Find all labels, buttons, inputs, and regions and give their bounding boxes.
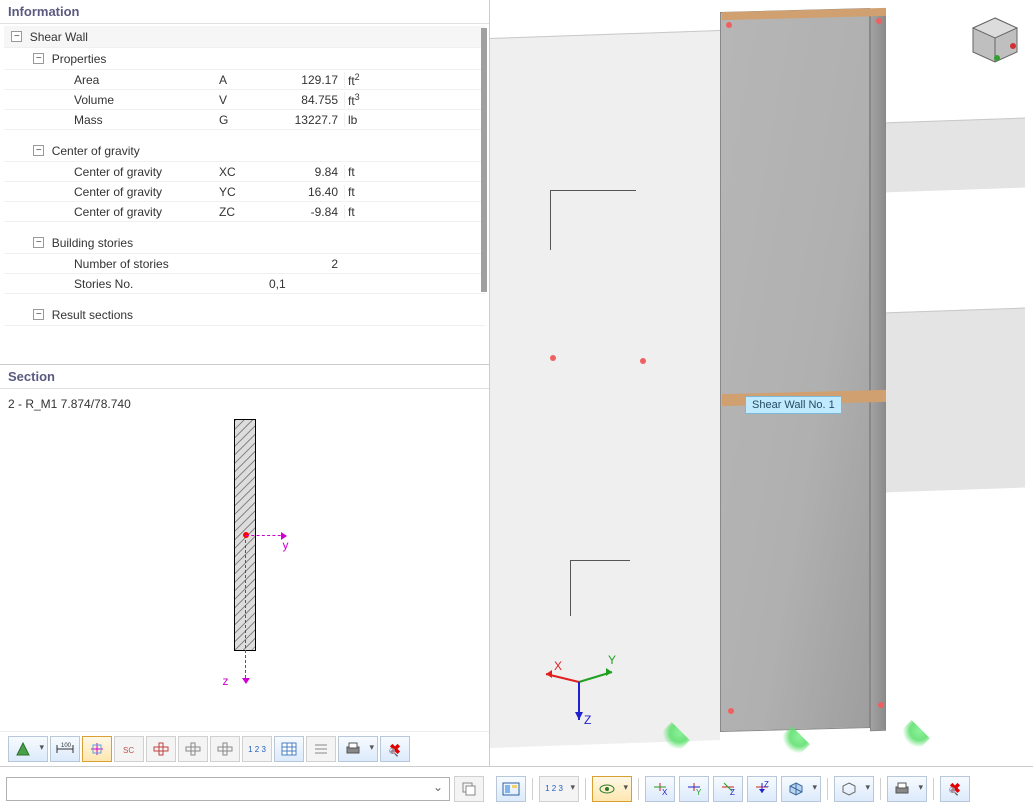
minus-icon[interactable]: − bbox=[33, 53, 44, 64]
svg-text:X: X bbox=[662, 788, 668, 797]
print-view-button[interactable] bbox=[887, 776, 927, 802]
principal-axes-button[interactable] bbox=[82, 736, 112, 762]
axis-triad: X Y Z bbox=[534, 642, 624, 732]
list-button[interactable] bbox=[306, 736, 336, 762]
results-combo[interactable] bbox=[6, 777, 450, 801]
triad-x-label: X bbox=[554, 659, 562, 673]
information-panel: Information − Shear Wall − Pro bbox=[0, 0, 489, 365]
values-button[interactable]: 1 2 3 bbox=[242, 736, 272, 762]
minus-icon[interactable]: − bbox=[33, 145, 44, 156]
reset-zoom-button[interactable]: ✖🔍 bbox=[380, 736, 410, 762]
member-line bbox=[550, 190, 636, 250]
shear-wall-body[interactable] bbox=[720, 8, 870, 732]
member-line bbox=[570, 560, 630, 616]
tree-group-cog[interactable]: − Center of gravity bbox=[4, 140, 485, 162]
y-axis-icon bbox=[246, 535, 286, 536]
left-panel: Information − Shear Wall − Pro bbox=[0, 0, 490, 766]
z-axis-label: z bbox=[223, 674, 229, 688]
section-panel: Section 2 - R_M1 7.874/78.740 y z bbox=[0, 365, 489, 766]
slab-left bbox=[490, 30, 720, 748]
section-name-label: 2 - R_M1 7.874/78.740 bbox=[8, 397, 131, 411]
table-button[interactable] bbox=[274, 736, 304, 762]
section-title: Section bbox=[0, 365, 489, 389]
support-icon bbox=[896, 720, 930, 754]
svg-text:Z: Z bbox=[730, 788, 735, 797]
node-marker bbox=[550, 355, 556, 361]
node-marker bbox=[640, 358, 646, 364]
svg-text:SC: SC bbox=[123, 746, 134, 755]
stress2-button[interactable] bbox=[178, 736, 208, 762]
slab-mid-right bbox=[885, 308, 1025, 493]
sc-button[interactable]: SC bbox=[114, 736, 144, 762]
left-bottom-bar bbox=[0, 766, 490, 810]
tree-group-properties[interactable]: − Properties bbox=[4, 48, 485, 70]
info-scrollbar[interactable] bbox=[481, 28, 487, 292]
3d-viewport[interactable]: Shear Wall No. 1 X Y Z bbox=[490, 0, 1033, 766]
slab-upper-right bbox=[885, 118, 1025, 193]
tree-root-shear-wall[interactable]: − Shear Wall bbox=[4, 26, 485, 48]
minus-icon[interactable]: − bbox=[33, 309, 44, 320]
section-preview[interactable]: y z bbox=[234, 419, 256, 651]
stories-count-row: Number of stories 2 bbox=[4, 254, 485, 274]
dimensions-button[interactable]: 100 bbox=[50, 736, 80, 762]
nav-cube[interactable] bbox=[969, 14, 1021, 66]
node-marker bbox=[728, 708, 734, 714]
tree-group-stories[interactable]: − Building stories bbox=[4, 232, 485, 254]
support-icon bbox=[776, 726, 810, 760]
tree-group-result-sections[interactable]: − Result sections bbox=[4, 304, 485, 326]
copy-button[interactable] bbox=[454, 776, 484, 802]
cog-z-row: Center of gravity ZC -9.84 ft bbox=[4, 202, 485, 222]
print-button[interactable] bbox=[338, 736, 378, 762]
view-y-button[interactable]: Y bbox=[679, 776, 709, 802]
iso-view-button[interactable] bbox=[781, 776, 821, 802]
section-toolbar: 100 SC 1 2 3 bbox=[0, 731, 489, 766]
view-toolbar: 1 2 3 X Y Z Z ✖🔍 bbox=[490, 766, 1033, 810]
triad-z-label: Z bbox=[584, 713, 591, 727]
z-axis-icon bbox=[245, 535, 246, 683]
selection-label: Shear Wall No. 1 bbox=[745, 396, 842, 414]
stress3-button[interactable] bbox=[210, 736, 240, 762]
info-title: Information bbox=[0, 0, 489, 24]
solid-view-button[interactable] bbox=[8, 736, 48, 762]
prop-volume-row: Volume V 84.755 ft3 bbox=[4, 90, 485, 110]
y-axis-label: y bbox=[283, 538, 289, 552]
values-dd-button[interactable]: 1 2 3 bbox=[539, 776, 579, 802]
prop-mass-row: Mass G 13227.7 lb bbox=[4, 110, 485, 130]
node-marker bbox=[876, 18, 882, 24]
quick-display-button[interactable] bbox=[496, 776, 526, 802]
svg-text:Y: Y bbox=[696, 788, 702, 797]
cog-x-row: Center of gravity XC 9.84 ft bbox=[4, 162, 485, 182]
view-z-button[interactable]: Z bbox=[713, 776, 743, 802]
view-minus-z-button[interactable]: Z bbox=[747, 776, 777, 802]
shear-wall-edge bbox=[870, 9, 886, 731]
triad-y-label: Y bbox=[608, 653, 616, 667]
svg-text:Z: Z bbox=[764, 781, 769, 789]
minus-icon[interactable]: − bbox=[33, 237, 44, 248]
show-button[interactable] bbox=[592, 776, 632, 802]
cog-y-row: Center of gravity YC 16.40 ft bbox=[4, 182, 485, 202]
node-marker bbox=[726, 22, 732, 28]
reset-view-button[interactable]: ✖🔍 bbox=[940, 776, 970, 802]
view-x-button[interactable]: X bbox=[645, 776, 675, 802]
prop-area-row: Area A 129.17 ft2 bbox=[4, 70, 485, 90]
stories-numbers-row: Stories No. 0,1 bbox=[4, 274, 485, 294]
render-mode-button[interactable] bbox=[834, 776, 874, 802]
svg-text:100: 100 bbox=[61, 743, 72, 749]
stress1-button[interactable] bbox=[146, 736, 176, 762]
minus-icon[interactable]: − bbox=[11, 31, 22, 42]
node-marker bbox=[878, 702, 884, 708]
